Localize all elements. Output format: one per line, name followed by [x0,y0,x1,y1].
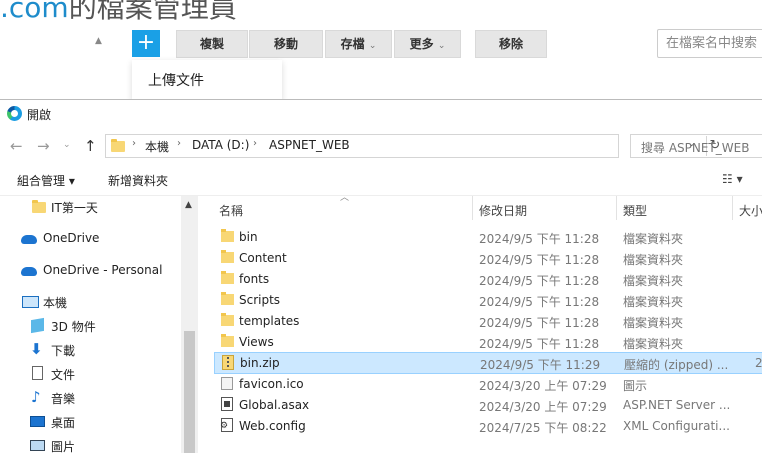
file-row-global-asax[interactable]: Global.asax 2024/3/20 上午 07:29 ASP.NET S… [214,395,762,416]
config-file-icon [220,418,233,432]
column-divider[interactable] [616,196,617,220]
nav-item-onedrive[interactable]: OneDrive [0,228,180,250]
new-folder-button[interactable]: 新增資料夾 [108,172,168,189]
column-header-date[interactable]: 修改日期 [479,202,527,219]
dialog-titlebar: 開啟 [0,100,762,128]
add-button[interactable]: + [132,30,160,57]
nav-item-downloads[interactable]: ⬇ 下載 [0,339,180,361]
move-button[interactable]: 移動 [249,30,323,58]
breadcrumb-folder[interactable]: ASPNET_WEB [269,138,350,152]
nav-item-pictures[interactable]: 圖片 [0,435,180,457]
download-icon: ⬇ [30,340,43,358]
file-row-views[interactable]: Views 2024/9/5 下午 11:28 檔案資料夾 [214,332,762,353]
up-arrow-icon[interactable]: ↑ [84,137,97,155]
nav-item-it-day-one[interactable]: IT第一天 [0,196,180,218]
navigation-pane: IT第一天 OneDrive OneDrive - Personal 本機 3D… [0,196,198,454]
breadcrumb-drive[interactable]: DATA (D:) [192,138,249,152]
nav-item-documents[interactable]: 文件 [0,363,180,385]
column-divider[interactable] [732,196,733,220]
file-row-fonts[interactable]: fonts 2024/9/5 下午 11:28 檔案資料夾 [214,269,762,290]
background-page: .com的檔案管理員 ▲ + 複製 移動 存檔 ⌄ 更多 ⌄ 移除 在檔案名中搜… [0,0,762,100]
column-header-size[interactable]: 大小 [739,202,762,219]
nav-item-this-pc[interactable]: 本機 [0,291,180,313]
more-button[interactable]: 更多 ⌄ [394,30,461,58]
folder-icon [221,250,234,263]
copy-button[interactable]: 複製 [176,30,248,58]
nav-item-onedrive-personal[interactable]: OneDrive - Personal [0,260,180,282]
folder-icon [111,139,125,152]
scroll-up-icon[interactable]: ▲ [185,200,192,210]
ico-file-icon [221,377,233,390]
address-bar[interactable]: › 本機 › DATA (D:) › ASPNET_WEB ⌄ ↻ [105,134,720,158]
folder-search-input[interactable]: 搜尋 ASPNET_WEB [630,134,762,158]
scroll-up-icon[interactable]: ▲ [95,36,102,46]
file-row-favicon[interactable]: favicon.ico 2024/3/20 上午 07:29 圖示 [214,374,762,395]
music-icon: ♪ [31,388,41,406]
file-row-bin[interactable]: bin 2024/9/5 下午 11:28 檔案資料夾 [214,227,762,248]
pictures-icon [30,440,45,451]
back-arrow-icon[interactable]: ← [10,137,23,155]
remove-button[interactable]: 移除 [475,30,547,58]
organize-button[interactable]: 組合管理 ▾ [17,172,75,189]
dialog-title: 開啟 [27,108,52,122]
upload-file-menu-item[interactable]: 上傳文件 [148,70,204,90]
folder-icon [221,271,234,284]
document-icon [32,366,43,380]
computer-icon [22,296,39,308]
file-row-bin-zip[interactable]: bin.zip 2024/9/5 下午 11:29 壓縮的 (zipped) .… [214,352,762,374]
3d-objects-icon [31,317,44,334]
breadcrumb-separator-icon[interactable]: › [253,138,257,149]
breadcrumb-separator-icon[interactable]: › [177,138,181,149]
nav-item-desktop[interactable]: 桌面 [0,411,180,433]
breadcrumb-separator-icon[interactable]: › [132,138,136,149]
filename-search-input[interactable]: 在檔案名中搜索 [657,29,762,58]
dialog-toolbar: 組合管理 ▾ 新增資料夾 ☷ ▾ [0,164,762,196]
address-row: ← → ⌄ ↑ › 本機 › DATA (D:) › ASPNET_WEB ⌄ … [0,128,762,164]
page-title: .com的檔案管理員 [0,0,237,24]
file-row-templates[interactable]: templates 2024/9/5 下午 11:28 檔案資料夾 [214,311,762,332]
onedrive-icon [21,267,37,276]
view-options-icon[interactable]: ☷ ▾ [722,172,743,186]
breadcrumb-this-pc[interactable]: 本機 [145,138,169,155]
asax-file-icon [221,397,233,411]
column-header-type[interactable]: 類型 [623,202,647,219]
zip-icon [222,355,234,370]
scrollbar-thumb[interactable] [184,331,195,453]
file-row-scripts[interactable]: Scripts 2024/9/5 下午 11:28 檔案資料夾 [214,290,762,311]
add-dropdown-menu: 上傳文件 [132,60,282,100]
sort-ascending-icon: ︿ [340,193,350,203]
folder-icon [221,292,234,305]
column-header-name[interactable]: 名稱 [219,202,243,219]
nav-item-3d-objects[interactable]: 3D 物件 [0,315,180,337]
folder-icon [32,200,46,213]
onedrive-icon [21,235,37,244]
file-row-web-config[interactable]: Web.config 2024/7/25 下午 08:22 XML Config… [214,416,762,437]
nav-item-music[interactable]: ♪ 音樂 [0,387,180,409]
file-row-content[interactable]: Content 2024/9/5 下午 11:28 檔案資料夾 [214,248,762,269]
edge-browser-icon [7,106,22,121]
navigation-scrollbar[interactable]: ▲ [181,196,198,453]
file-list: ︿ 名稱 修改日期 類型 大小 bin 2024/9/5 下午 11:28 檔案… [198,193,762,453]
desktop-icon [30,416,45,427]
open-file-dialog: 開啟 ← → ⌄ ↑ › 本機 › DATA (D:) › ASPNET_WEB… [0,99,762,454]
folder-icon [221,313,234,326]
folder-icon [221,229,234,242]
recent-locations-chevron-icon[interactable]: ⌄ [63,140,71,150]
folder-icon [221,334,234,347]
column-divider[interactable] [472,196,473,220]
forward-arrow-icon[interactable]: → [37,137,50,155]
archive-button[interactable]: 存檔 ⌄ [325,30,392,58]
